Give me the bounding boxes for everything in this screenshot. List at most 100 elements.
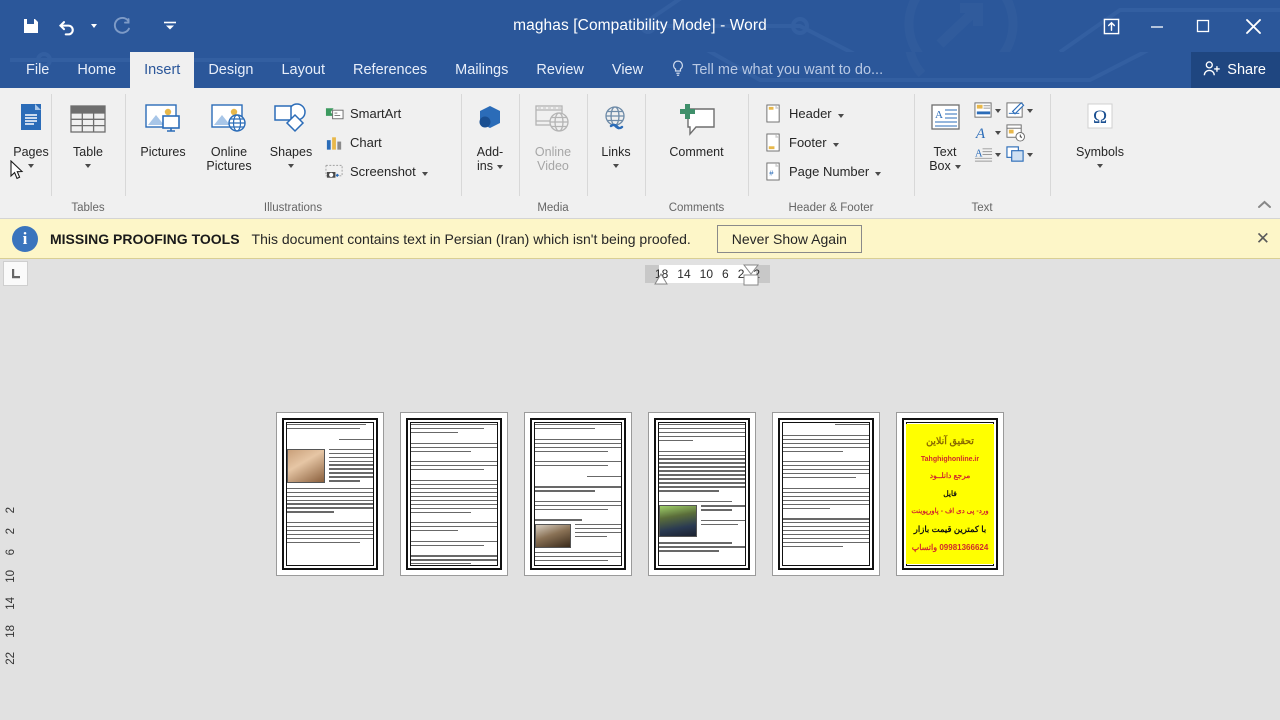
shapes-button[interactable]: Shapes <box>262 95 320 172</box>
signature-line-button[interactable] <box>1003 100 1035 121</box>
ruler-track[interactable]: 18 14 10 6 2 2 <box>645 264 770 286</box>
tab-insert[interactable]: Insert <box>130 52 195 88</box>
comment-button[interactable]: Comment <box>663 95 729 159</box>
ad-line-3: مرجع دانلــود <box>929 471 971 481</box>
text-box-dropdown-icon[interactable] <box>954 164 961 169</box>
ribbon-tabs[interactable]: File Home Insert Design Layout Reference… <box>0 52 657 88</box>
symbols-button[interactable]: Ω Symbols <box>1070 95 1130 172</box>
page-image-bugs <box>535 523 571 548</box>
page-thumbnail-6[interactable]: تحقیق آنلاین Tahghighonline.ir مرجع دانل… <box>896 412 1004 576</box>
tab-file[interactable]: File <box>12 52 63 88</box>
pictures-label: Pictures <box>140 145 186 159</box>
screenshot-button[interactable]: Screenshot <box>320 157 434 186</box>
date-time-icon <box>1006 124 1025 142</box>
footer-button[interactable]: Footer <box>759 128 887 157</box>
tell-me-search[interactable]: Tell me what you want to do... <box>657 52 883 88</box>
tab-home[interactable]: Home <box>63 52 130 88</box>
header-dropdown-icon[interactable] <box>837 106 844 121</box>
text-box-label2: Box <box>929 159 951 174</box>
smartart-button[interactable]: SmartArt <box>320 99 434 128</box>
wordart-button[interactable]: A <box>971 122 1003 143</box>
tab-view[interactable]: View <box>598 52 657 88</box>
restore-icon[interactable] <box>1180 0 1226 52</box>
quick-parts-button[interactable] <box>971 100 1003 121</box>
drop-cap-button[interactable]: A <box>971 144 1003 165</box>
page-thumbnail-1[interactable] <box>276 412 384 576</box>
text-box-icon: A <box>925 98 965 144</box>
page-thumbnail-4[interactable] <box>648 412 756 576</box>
links-button[interactable]: Links <box>590 95 642 172</box>
page-thumbnail-5[interactable] <box>772 412 880 576</box>
minimize-icon[interactable] <box>1134 0 1180 52</box>
symbols-dropdown-icon[interactable] <box>1097 159 1103 172</box>
online-video-button[interactable]: Online Video <box>525 95 581 174</box>
message-bar-close-icon[interactable]: ✕ <box>1250 227 1276 251</box>
wordart-icon: A <box>975 125 986 142</box>
never-show-again-button[interactable]: Never Show Again <box>716 224 862 253</box>
left-tab-stop-icon[interactable] <box>3 261 28 286</box>
tab-mailings[interactable]: Mailings <box>441 52 522 88</box>
first-line-indent-marker[interactable] <box>653 273 669 285</box>
page-thumbnail-2[interactable] <box>400 412 508 576</box>
quick-parts-dropdown-icon[interactable] <box>995 108 1001 113</box>
drop-cap-dropdown-icon[interactable] <box>995 152 1001 157</box>
redo-icon[interactable] <box>104 9 138 43</box>
undo-icon[interactable] <box>50 9 84 43</box>
quick-access-toolbar[interactable] <box>0 0 178 52</box>
page-thumbnail-3[interactable] <box>524 412 632 576</box>
save-icon[interactable] <box>14 9 48 43</box>
collapse-ribbon-button[interactable] <box>1257 196 1272 214</box>
addins-button[interactable]: Add- ins <box>464 95 516 174</box>
date-time-button[interactable] <box>1003 122 1035 143</box>
ribbon: Pages Table Tables Pictures Online Pictu… <box>0 88 1280 219</box>
customize-qat-icon[interactable] <box>162 9 178 43</box>
vruler-num-6: 22 <box>5 651 17 665</box>
footer-dropdown-icon[interactable] <box>832 135 839 150</box>
ruler-num-2: 10 <box>699 267 713 281</box>
pictures-button[interactable]: Pictures <box>130 95 196 159</box>
group-label-media: Media <box>537 202 569 214</box>
vertical-ruler[interactable]: 2 2 6 10 14 18 22 <box>2 500 20 672</box>
document-canvas[interactable]: تحقیق آنلاین Tahghighonline.ir مرجع دانل… <box>0 300 1280 720</box>
page-number-button[interactable]: # Page Number <box>759 157 887 186</box>
footer-label: Footer <box>789 135 827 150</box>
tab-design[interactable]: Design <box>194 52 267 88</box>
tab-layout[interactable]: Layout <box>267 52 339 88</box>
horizontal-ruler[interactable]: 18 14 10 6 2 2 <box>0 259 1280 289</box>
symbols-label: Symbols <box>1076 145 1124 159</box>
signature-line-icon <box>1006 102 1025 118</box>
message-bar: i MISSING PROOFING TOOLS This document c… <box>0 219 1280 259</box>
page-number-dropdown-icon[interactable] <box>875 164 882 179</box>
header-button[interactable]: Header <box>759 99 887 128</box>
ribbon-display-options-icon[interactable] <box>1088 0 1134 52</box>
text-box-button[interactable]: A Text Box <box>919 95 971 174</box>
close-icon[interactable] <box>1226 0 1280 52</box>
object-dropdown-icon[interactable] <box>1027 152 1033 157</box>
tab-references[interactable]: References <box>339 52 441 88</box>
page-content-5 <box>783 424 869 564</box>
screenshot-dropdown-icon[interactable] <box>421 164 428 179</box>
addins-dropdown-icon[interactable] <box>496 164 503 169</box>
chart-button[interactable]: Chart <box>320 128 434 157</box>
table-dropdown-icon[interactable] <box>85 159 91 172</box>
chart-label: Chart <box>350 135 382 150</box>
links-dropdown-icon[interactable] <box>613 159 619 172</box>
shapes-dropdown-icon[interactable] <box>288 159 294 172</box>
undo-dropdown-icon[interactable] <box>86 9 102 43</box>
table-button[interactable]: Table <box>60 95 116 172</box>
pages-dropdown-icon[interactable] <box>28 159 34 172</box>
signature-line-dropdown-icon[interactable] <box>1027 108 1033 113</box>
wordart-dropdown-icon[interactable] <box>995 130 1001 135</box>
links-icon <box>596 98 636 144</box>
vruler-num-3: 10 <box>5 569 17 583</box>
share-label: Share <box>1227 62 1266 78</box>
right-indent-marker[interactable] <box>742 261 760 287</box>
window-controls[interactable] <box>1088 0 1280 52</box>
svg-text:A: A <box>975 125 986 142</box>
object-button[interactable] <box>1003 144 1035 165</box>
online-pictures-button[interactable]: Online Pictures <box>196 95 262 174</box>
tab-review[interactable]: Review <box>522 52 598 88</box>
share-person-icon <box>1203 60 1221 81</box>
share-button[interactable]: Share <box>1191 52 1280 88</box>
chart-icon <box>324 135 344 151</box>
